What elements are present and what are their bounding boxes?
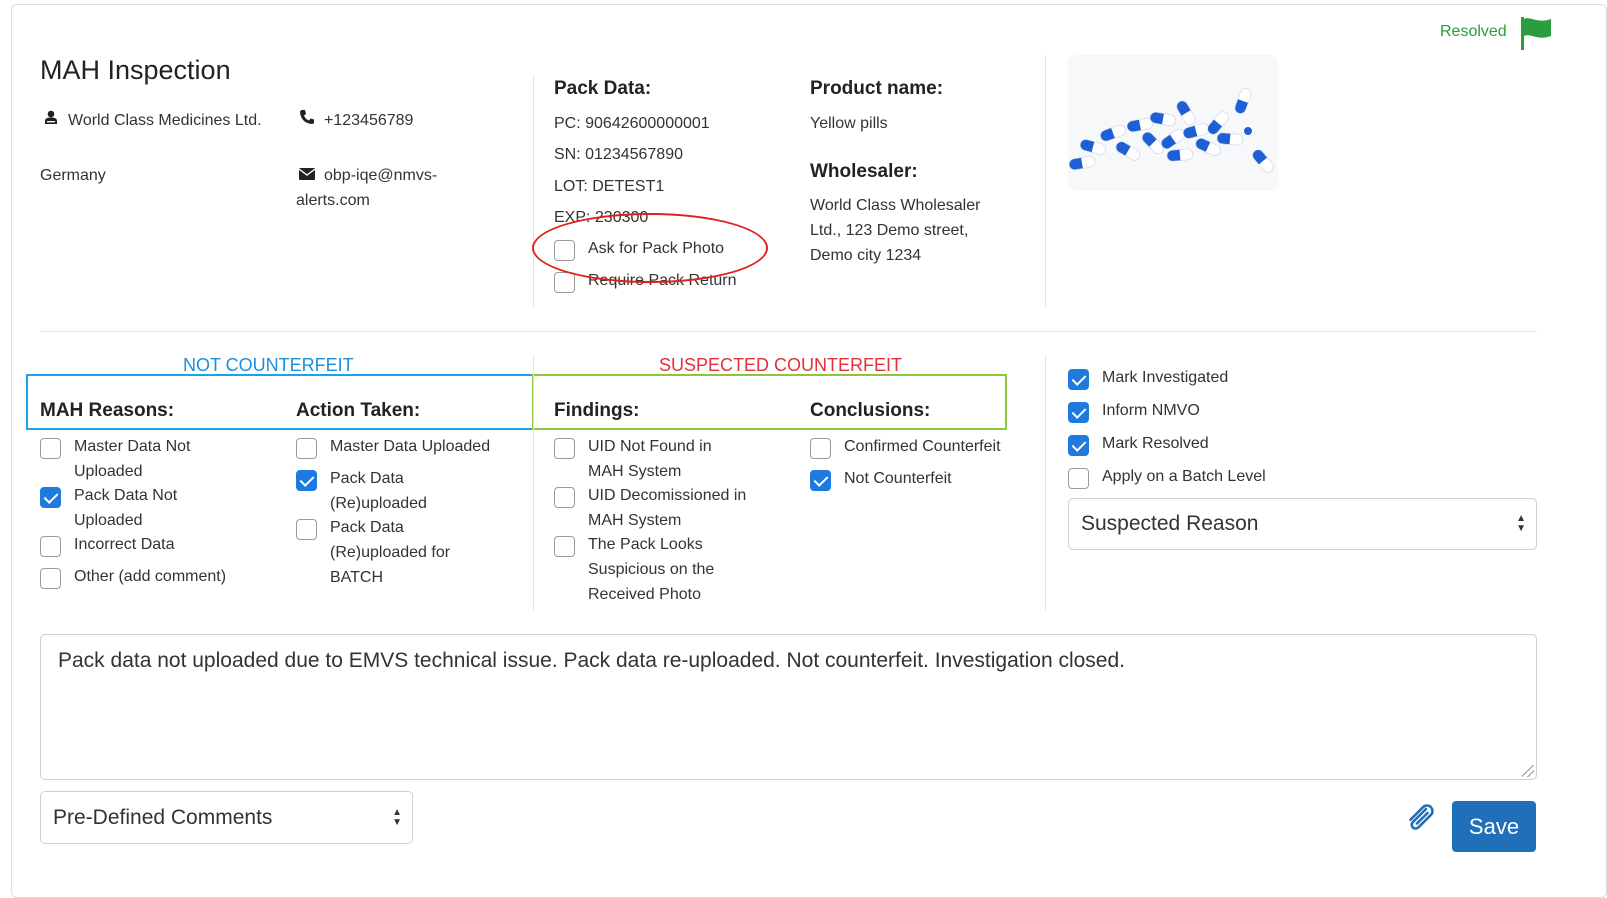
action-pack-data-reuploaded[interactable]: Pack Data (Re)uploaded [296,466,427,516]
checkbox[interactable] [554,272,575,293]
wholesaler-line: Demo city 1234 [810,247,922,264]
highlight-annotation [532,213,768,283]
checkbox[interactable] [554,487,575,508]
conclusion-confirmed-counterfeit[interactable]: Confirmed Counterfeit [810,434,1001,459]
pack-data-heading: Pack Data: [554,78,652,99]
page-title: MAH Inspection [40,55,231,85]
checkbox-checked[interactable] [40,487,61,508]
divider [1045,355,1046,610]
mark-investigated-checkbox[interactable]: Mark Investigated [1068,365,1228,390]
pack-pc: PC: 90642600000001 [554,115,710,132]
mah-reason-other[interactable]: Other (add comment) [40,564,226,589]
finding-pack-looks-suspicious[interactable]: The Pack Looks Suspicious on the Received … [554,532,714,607]
predefined-comments-select[interactable]: Pre-Defined Comments ▲ ▼ [40,791,413,844]
wholesaler-line: World Class Wholesaler [810,197,981,214]
divider [533,355,534,610]
user-icon [40,108,62,133]
conclusion-not-counterfeit[interactable]: Not Counterfeit [810,466,952,491]
conclusions-heading: Conclusions: [810,400,931,421]
checkbox[interactable] [810,438,831,459]
mah-reason-pack-data-not-uploaded[interactable]: Pack Data Not Uploaded [40,483,177,533]
checkbox-checked[interactable] [1068,402,1089,423]
checkbox-checked[interactable] [1068,369,1089,390]
sort-arrows-icon: ▲ ▼ [392,806,402,828]
checkbox-checked[interactable] [296,470,317,491]
findings-heading: Findings: [554,400,640,421]
company-name: World Class Medicines Ltd. [40,108,270,133]
divider [1045,55,1046,307]
product-image [1068,55,1278,191]
company-phone: +123456789 [296,108,413,133]
save-button[interactable]: Save [1452,801,1536,852]
checkbox[interactable] [40,568,61,589]
checkbox[interactable] [296,519,317,540]
resize-handle[interactable] [1522,765,1534,777]
pack-lot: LOT: DETEST1 [554,178,665,195]
action-pack-data-reuploaded-batch[interactable]: Pack Data (Re)uploaded for BATCH [296,515,450,590]
product-name: Yellow pills [810,115,888,132]
checkbox[interactable] [554,536,575,557]
sort-arrows-icon: ▲ ▼ [1516,513,1526,534]
action-taken-heading: Action Taken: [296,400,421,421]
checkbox-checked[interactable] [1068,435,1089,456]
product-name-heading: Product name: [810,78,944,99]
flag-icon [1519,15,1553,51]
suspected-reason-select[interactable]: Suspected Reason ▲ ▼ [1068,498,1537,550]
checkbox[interactable] [296,438,317,459]
apply-batch-level-checkbox[interactable]: Apply on a Batch Level [1068,464,1266,489]
suspected-counterfeit-label: SUSPECTED COUNTERFEIT [659,355,903,375]
checkbox[interactable] [40,438,61,459]
pack-sn: SN: 01234567890 [554,146,683,163]
checkbox[interactable] [1068,468,1089,489]
finding-uid-decommissioned[interactable]: UID Decomissioned in MAH System [554,483,746,533]
paperclip-icon[interactable] [1402,800,1438,836]
company-country: Germany [40,167,106,184]
mark-resolved-checkbox[interactable]: Mark Resolved [1068,431,1209,456]
finding-uid-not-found[interactable]: UID Not Found in MAH System [554,434,712,484]
not-counterfeit-label: NOT COUNTERFEIT [183,355,354,375]
checkbox-checked[interactable] [810,470,831,491]
checkbox[interactable] [554,438,575,459]
divider [40,331,1537,332]
wholesaler-line: Ltd., 123 Demo street, [810,222,969,239]
wholesaler-heading: Wholesaler: [810,161,918,182]
phone-icon [296,108,318,133]
checkbox[interactable] [40,536,61,557]
inform-nmvo-checkbox[interactable]: Inform NMVO [1068,398,1200,423]
mah-reason-master-data-not-uploaded[interactable]: Master Data Not Uploaded [40,434,190,484]
status-label: Resolved [1440,23,1507,40]
comment-textarea[interactable]: Pack data not uploaded due to EMVS techn… [40,634,1537,780]
mah-reason-incorrect-data[interactable]: Incorrect Data [40,532,174,557]
envelope-icon [296,163,318,188]
action-master-data-uploaded[interactable]: Master Data Uploaded [296,434,490,459]
mah-reasons-heading: MAH Reasons: [40,400,175,421]
company-email[interactable]: obp-iqe@nmvs-alerts.com [296,163,486,213]
divider [533,75,534,307]
